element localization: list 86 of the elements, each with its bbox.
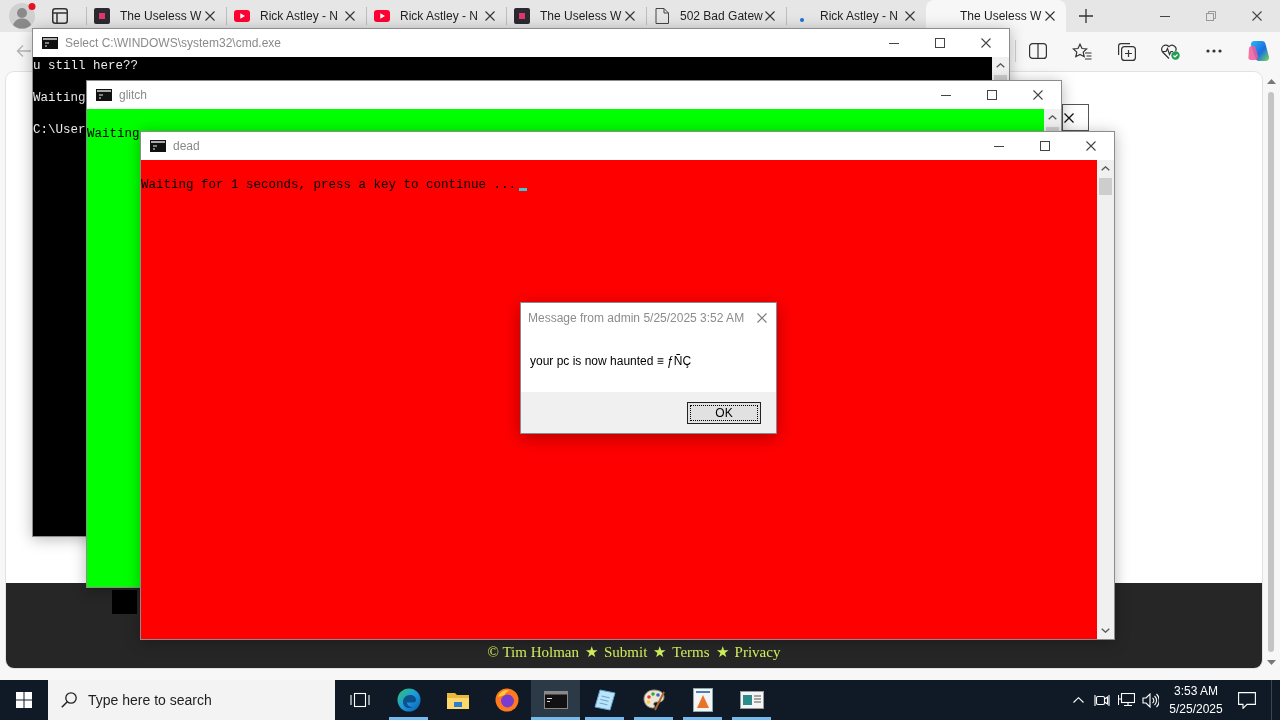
task-view-icon [348, 691, 371, 709]
search-field[interactable]: Type here to search [48, 680, 335, 720]
folder-icon [445, 690, 470, 710]
footer-link[interactable]: Submit [603, 643, 648, 661]
minimize-icon[interactable] [994, 145, 1004, 147]
dot-icon [800, 18, 804, 22]
close-icon[interactable] [485, 11, 495, 21]
notepad-icon [593, 689, 616, 711]
close-icon[interactable] [905, 11, 915, 21]
collections-icon[interactable] [1116, 41, 1136, 61]
play-icon [374, 10, 390, 22]
swirl-logo-icon[interactable] [1247, 40, 1269, 62]
browser-tab[interactable]: The Useless W [926, 0, 1066, 32]
site-icon [514, 8, 530, 24]
close-icon[interactable] [1086, 141, 1096, 151]
footer-separator: ★ [653, 643, 667, 661]
dialog-title: Message from admin 5/25/2025 3:52 AM [528, 311, 746, 325]
swirl-icon [396, 688, 421, 712]
close-icon[interactable] [205, 11, 215, 21]
minimize-icon[interactable] [1160, 15, 1170, 17]
close-icon[interactable] [1252, 11, 1262, 21]
more-icon[interactable] [1206, 49, 1222, 53]
taskbar-button[interactable] [531, 680, 580, 720]
windows-logo-icon[interactable] [16, 692, 32, 708]
play-icon [234, 10, 250, 22]
window-title: dead [173, 139, 201, 153]
console-text: Waiting for 1 seconds, press a key to continue ... [141, 178, 517, 192]
close-icon[interactable] [1045, 11, 1055, 21]
globe-icon [494, 688, 519, 712]
scroll-down-icon[interactable] [1101, 628, 1110, 633]
notification-icon[interactable] [1238, 691, 1256, 709]
tab-panel-icon[interactable] [52, 8, 68, 24]
console-icon [150, 140, 166, 152]
document-icon [692, 688, 713, 712]
dialog-message: your pc is now haunted ≡ ƒÑÇ [530, 354, 692, 368]
scroll-up-icon[interactable] [996, 63, 1005, 68]
footer-link[interactable]: © Tim Holman [487, 643, 579, 661]
scroll-up-icon[interactable] [1101, 166, 1110, 171]
volume-icon[interactable] [1141, 692, 1159, 708]
scroll-up-icon[interactable] [1048, 115, 1057, 120]
footer-separator: ★ [584, 643, 598, 661]
scrollbar-thumb[interactable] [1099, 178, 1112, 195]
clock-time[interactable]: 3:53 AM [1174, 682, 1218, 700]
minimize-icon[interactable] [941, 94, 951, 96]
glitch-block [112, 590, 137, 614]
close-icon[interactable] [981, 38, 991, 48]
clock-date[interactable]: 5/25/2025 [1169, 700, 1223, 718]
palette-icon [641, 688, 666, 712]
footer-link[interactable]: Terms [672, 643, 710, 661]
minimize-icon[interactable] [889, 42, 899, 44]
site-icon [94, 8, 110, 24]
footer-separator: ★ [715, 643, 729, 661]
close-icon[interactable] [345, 11, 355, 21]
scrollbar-thumb[interactable] [1268, 92, 1274, 652]
new-tab-icon[interactable] [1079, 9, 1093, 23]
heartbeat-icon[interactable] [1160, 42, 1180, 60]
dialog-button[interactable]: OK [687, 401, 761, 424]
scroll-down-icon[interactable] [1266, 660, 1276, 665]
window-title: Select C:\WINDOWS\system32\cmd.exe [65, 36, 283, 50]
console-text: Waiting [33, 91, 86, 105]
console-text: u still here?? [33, 59, 139, 73]
close-icon[interactable] [625, 11, 635, 21]
close-icon[interactable] [1064, 112, 1074, 123]
close-button[interactable] [1062, 104, 1089, 131]
window-title: glitch [119, 88, 148, 102]
document-icon [655, 8, 669, 24]
console-icon [96, 89, 112, 101]
scroll-up-icon[interactable] [1266, 79, 1276, 84]
maximize-icon[interactable] [1040, 141, 1050, 151]
camera-icon[interactable] [1094, 692, 1110, 708]
close-icon[interactable] [1033, 90, 1043, 100]
console-text: Waiting [87, 127, 140, 141]
console-icon [42, 37, 58, 49]
maximize-icon[interactable] [987, 90, 997, 100]
footer-link[interactable]: Privacy [734, 643, 781, 661]
search-icon [61, 692, 77, 708]
chevron-up-icon[interactable] [1072, 697, 1084, 703]
terminal-icon [543, 691, 568, 709]
profile-icon[interactable] [8, 2, 36, 30]
close-icon[interactable] [765, 11, 775, 21]
maximize-icon[interactable] [935, 38, 945, 48]
split-screen-icon[interactable] [1029, 43, 1047, 59]
window-icon [739, 691, 764, 709]
console-text: C:\User [33, 123, 86, 137]
favorites-icon[interactable] [1072, 42, 1092, 60]
network-icon[interactable] [1117, 692, 1135, 708]
